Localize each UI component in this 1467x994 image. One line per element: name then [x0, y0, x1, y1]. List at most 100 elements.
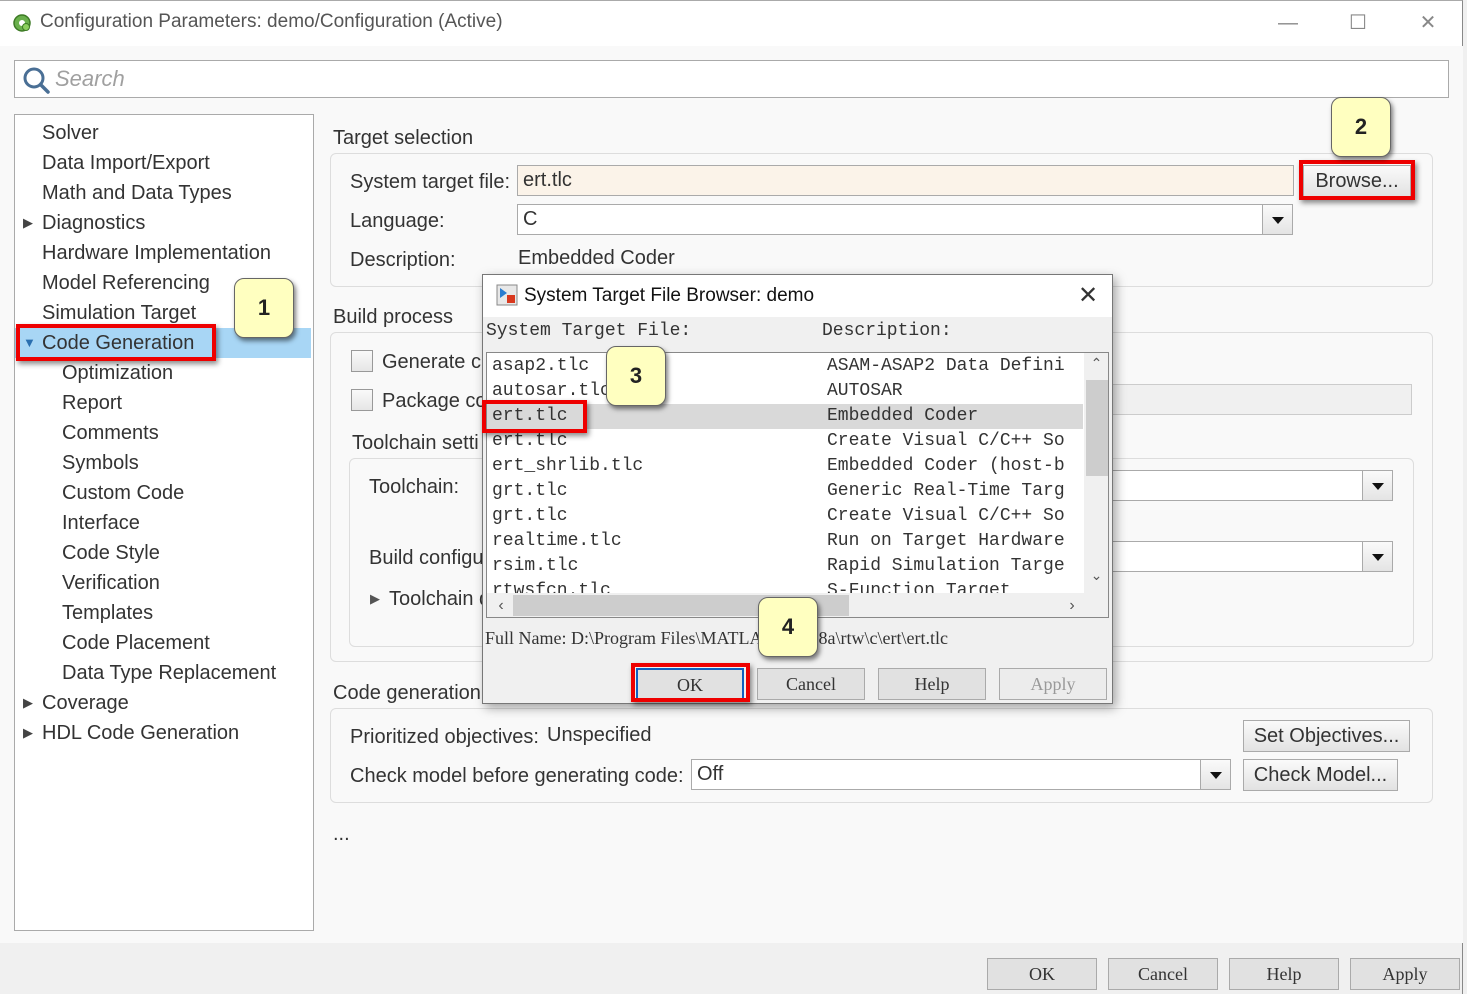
tree-item-templates[interactable]: Templates — [15, 598, 313, 628]
callout-3: 3 — [606, 346, 666, 406]
collapsed-arrow-icon[interactable]: ▶ — [23, 718, 33, 748]
dialog-ok-button[interactable]: OK — [636, 668, 744, 700]
vertical-scrollbar[interactable]: ⌃ ⌄ — [1084, 353, 1108, 593]
tree-item-diagnostics[interactable]: ▶ Diagnostics — [15, 208, 313, 238]
tree-item-code-placement[interactable]: Code Placement — [15, 628, 313, 658]
tree-item-label: Hardware Implementation — [42, 242, 271, 264]
target-file-row[interactable]: grt.tlc Generic Real-Time Targ — [487, 479, 1083, 504]
build-configuration-chevron-down-icon[interactable] — [1362, 541, 1393, 572]
build-process-title: Build process — [333, 306, 454, 328]
build-configuration-dropdown[interactable] — [1100, 541, 1363, 572]
scroll-right-icon[interactable]: › — [1061, 593, 1083, 617]
scroll-up-icon[interactable]: ⌃ — [1084, 355, 1108, 377]
description-label: Description: — [350, 249, 456, 271]
scroll-left-icon[interactable]: ‹ — [490, 593, 512, 617]
title-bar: Configuration Parameters: demo/Configura… — [0, 1, 1462, 46]
column-header-description: Description: — [822, 321, 952, 341]
target-file-description: AUTOSAR — [827, 381, 903, 401]
tree-item-verification[interactable]: Verification — [15, 568, 313, 598]
target-file-name: realtime.tlc — [492, 531, 622, 551]
target-file-row[interactable]: grt.tlc Create Visual C/C++ So — [487, 504, 1083, 529]
target-file-name: rsim.tlc — [492, 556, 579, 576]
dialog-help-button[interactable]: Help — [878, 668, 986, 700]
tree-item-label: Optimization — [62, 362, 174, 384]
target-file-row[interactable]: ert.tlc Embedded Coder — [487, 404, 1083, 429]
target-file-name: asap2.tlc — [492, 356, 590, 376]
tree-item-math-and-data-types[interactable]: Math and Data Types — [15, 178, 313, 208]
code-generation-objectives-title: Code generation — [333, 682, 481, 704]
collapsed-arrow-icon[interactable]: ▶ — [23, 688, 33, 718]
tree-item-optimization[interactable]: Optimization — [15, 358, 313, 388]
scroll-down-icon[interactable]: ⌄ — [1084, 567, 1108, 589]
browse-button[interactable]: Browse... — [1303, 165, 1411, 197]
system-target-file-label: System target file: — [350, 171, 511, 193]
toolchain-chevron-down-icon[interactable] — [1362, 470, 1393, 501]
target-file-row[interactable]: rsim.tlc Rapid Simulation Targe — [487, 554, 1083, 579]
tree-item-label: Report — [62, 392, 123, 414]
check-model-chevron-down-icon[interactable] — [1200, 759, 1231, 790]
target-file-row[interactable]: asap2.tlc ASAM-ASAP2 Data Defini — [487, 354, 1083, 379]
cancel-button[interactable]: Cancel — [1108, 958, 1218, 990]
target-file-description: Embedded Coder (host-b — [827, 456, 1065, 476]
target-file-description: Run on Target Hardware — [827, 531, 1065, 551]
target-file-row[interactable]: realtime.tlc Run on Target Hardware — [487, 529, 1083, 554]
target-file-row[interactable]: ert.tlc Create Visual C/C++ So — [487, 429, 1083, 454]
tree-item-label: Data Type Replacement — [62, 662, 277, 684]
tree-item-code-style[interactable]: Code Style — [15, 538, 313, 568]
dialog-title: System Target File Browser: demo — [524, 285, 815, 306]
expanded-arrow-icon[interactable]: ▼ — [23, 328, 36, 358]
package-code-checkbox[interactable] — [351, 389, 373, 411]
tree-item-solver[interactable]: Solver — [15, 118, 313, 148]
check-model-label: Check model before generating code: — [350, 765, 684, 787]
close-button[interactable]: ✕ — [1408, 7, 1448, 39]
expand-arrow-icon[interactable]: ▶ — [370, 591, 380, 607]
tree-item-report[interactable]: Report — [15, 388, 313, 418]
tree-item-hardware-implementation[interactable]: Hardware Implementation — [15, 238, 313, 268]
tree-item-comments[interactable]: Comments — [15, 418, 313, 448]
prioritized-objectives-label: Prioritized objectives: — [350, 726, 539, 748]
check-model-button[interactable]: Check Model... — [1243, 759, 1398, 791]
toolchain-label: Toolchain: — [369, 476, 460, 498]
language-label: Language: — [350, 210, 445, 232]
full-name-text: Full Name: D:\Program Files\MATLAB\R2018… — [485, 628, 948, 648]
search-input[interactable] — [55, 63, 1435, 95]
tree-item-label: Solver — [42, 122, 99, 144]
set-objectives-button[interactable]: Set Objectives... — [1243, 720, 1410, 752]
tree-item-label: Data Import/Export — [42, 152, 210, 174]
toolchain-dropdown[interactable] — [1100, 470, 1363, 501]
target-file-description: Create Visual C/C++ So — [827, 431, 1065, 451]
ok-button[interactable]: OK — [987, 958, 1097, 990]
minimize-button[interactable]: — — [1268, 7, 1308, 39]
language-dropdown-chevron-down-icon[interactable] — [1262, 204, 1293, 235]
tree-item-data-import-export[interactable]: Data Import/Export — [15, 148, 313, 178]
tree-item-label: Templates — [62, 602, 154, 624]
dialog-title-bar: System Target File Browser: demo ✕ — [483, 275, 1112, 317]
toolchain-details-label[interactable]: Toolchain d — [389, 588, 490, 611]
target-file-row[interactable]: ert_shrlib.tlc Embedded Coder (host-b — [487, 454, 1083, 479]
target-file-description: Generic Real-Time Targ — [827, 481, 1065, 501]
package-zip-field — [1100, 384, 1412, 415]
language-dropdown[interactable]: C — [517, 204, 1263, 235]
vertical-scroll-thumb[interactable] — [1086, 380, 1108, 476]
more-indicator: ... — [333, 823, 350, 845]
apply-button[interactable]: Apply — [1350, 958, 1460, 990]
search-icon — [23, 67, 50, 94]
check-model-dropdown[interactable]: Off — [691, 759, 1201, 790]
target-file-name: ert.tlc — [492, 431, 568, 451]
generate-code-only-checkbox[interactable] — [351, 350, 373, 372]
callout-4: 4 — [758, 597, 818, 657]
target-file-description: Embedded Coder — [827, 406, 979, 426]
tree-item-interface[interactable]: Interface — [15, 508, 313, 538]
help-button[interactable]: Help — [1229, 958, 1339, 990]
maximize-button[interactable]: ☐ — [1338, 7, 1378, 39]
dialog-close-icon[interactable]: ✕ — [1073, 281, 1103, 311]
target-file-row[interactable]: autosar.tlc AUTOSAR — [487, 379, 1083, 404]
tree-item-symbols[interactable]: Symbols — [15, 448, 313, 478]
tree-item-data-type-replacement[interactable]: Data Type Replacement — [15, 658, 313, 688]
system-target-file-field[interactable]: ert.tlc — [517, 165, 1294, 196]
dialog-cancel-button[interactable]: Cancel — [757, 668, 865, 700]
tree-item-custom-code[interactable]: Custom Code — [15, 478, 313, 508]
tree-item-hdl-code-generation[interactable]: ▶ HDL Code Generation — [15, 718, 313, 748]
tree-item-coverage[interactable]: ▶ Coverage — [15, 688, 313, 718]
collapsed-arrow-icon[interactable]: ▶ — [23, 208, 33, 238]
